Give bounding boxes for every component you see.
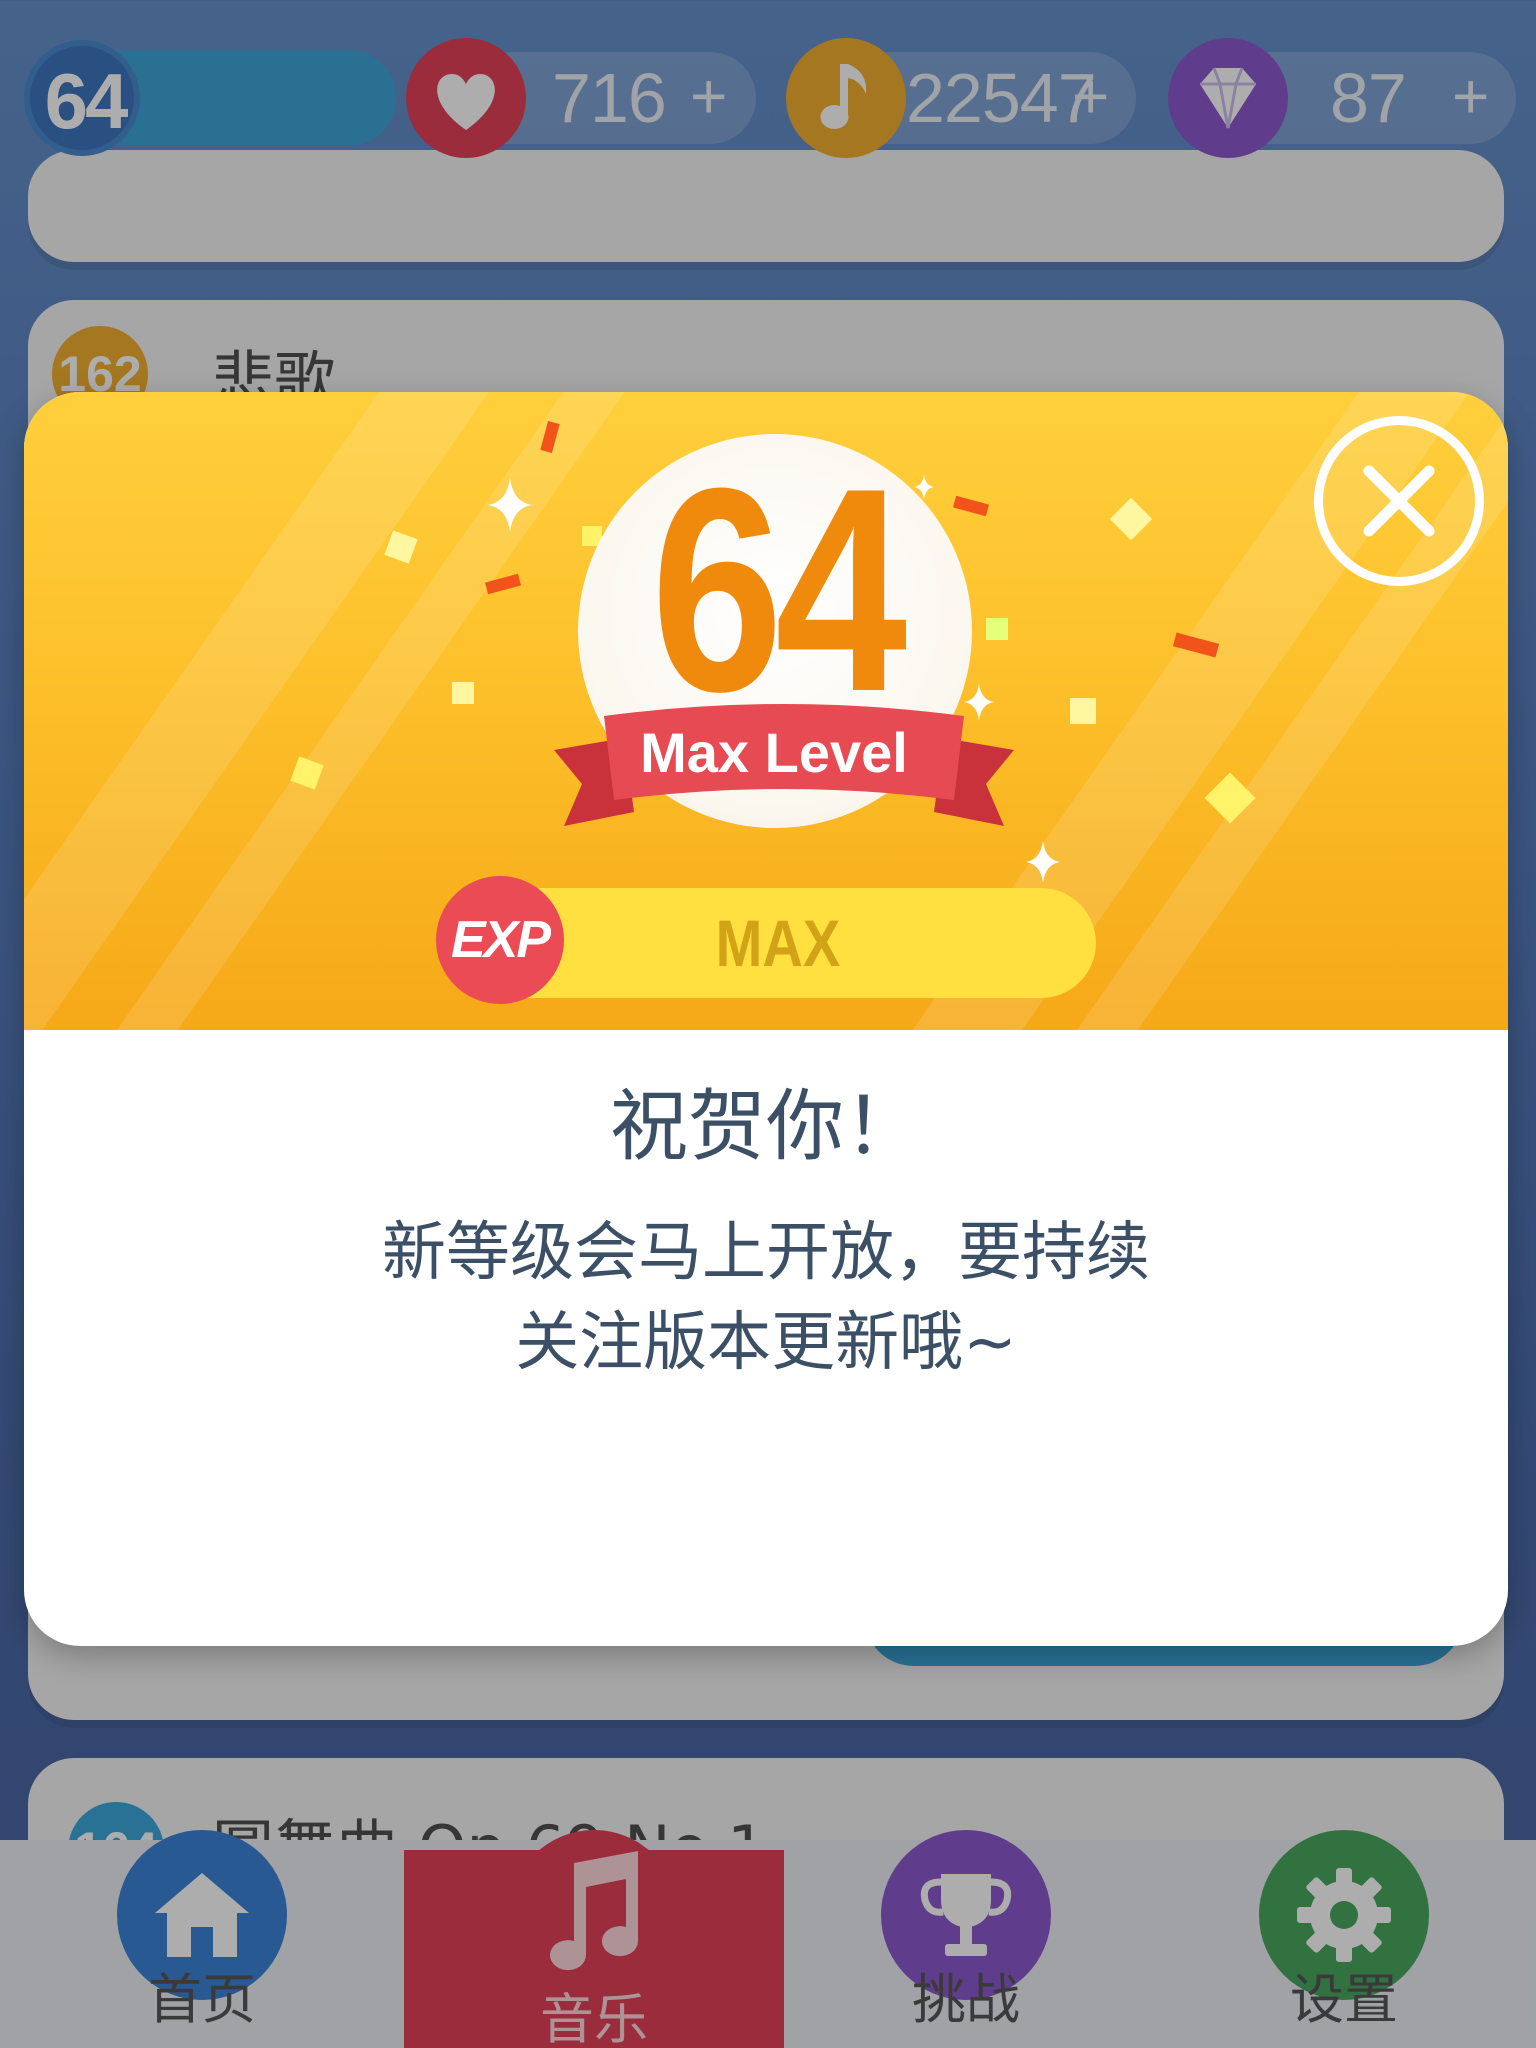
max-level-label: Max Level [640,721,908,784]
confetti [1070,698,1096,724]
dialog-message: 新等级会马上开放，要持续 关注版本更新哦~ [24,1208,1508,1388]
confetti [986,618,1008,640]
sparkle-icon [488,478,532,532]
confetti [384,530,418,564]
confetti [452,682,474,704]
dialog-message-line: 关注版本更新哦~ [515,1306,1017,1380]
max-level-dialog: 64 Max Level MAX EXP 祝贺你！ 新等级会马上开放，要持续 关… [24,392,1508,1646]
exp-label: EXP [450,911,551,969]
dialog-header: 64 Max Level MAX EXP [24,392,1508,1030]
confetti [1109,497,1153,541]
close-icon [1363,465,1435,537]
dialog-title: 祝贺你！ [609,1082,922,1172]
exp-value: MAX [715,906,841,980]
close-button[interactable] [1314,416,1484,586]
confetti [953,495,989,517]
dialog-message-line: 新等级会马上开放，要持续 [382,1216,1150,1290]
